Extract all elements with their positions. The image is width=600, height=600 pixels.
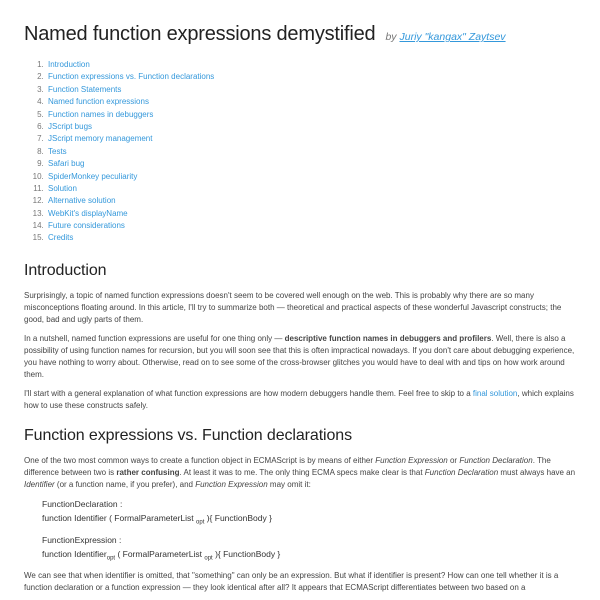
toc-link-introduction[interactable]: Introduction <box>48 60 90 69</box>
intro-paragraph-3: I'll start with a general explanation of… <box>24 388 576 412</box>
toc-item: Function expressions vs. Function declar… <box>46 71 576 83</box>
grammar-line: FunctionDeclaration : <box>42 498 576 512</box>
italic-text: Function Declaration <box>425 468 498 477</box>
toc-item: Introduction <box>46 59 576 71</box>
text-fragment: . At least it was to me. The only thing … <box>179 468 424 477</box>
byline-prefix: by <box>385 31 399 43</box>
toc-item: Function Statements <box>46 84 576 96</box>
toc-link-tests[interactable]: Tests <box>48 147 67 156</box>
text-fragment: or <box>448 456 460 465</box>
text-fragment: (or a function name, if you prefer), and <box>55 480 196 489</box>
toc-item: Function names in debuggers <box>46 109 576 121</box>
table-of-contents: Introduction Function expressions vs. Fu… <box>24 59 576 245</box>
toc-link-safari-bug[interactable]: Safari bug <box>48 159 84 168</box>
text-fragment: I'll start with a general explanation of… <box>24 389 473 398</box>
fevd-paragraph-1: One of the two most common ways to creat… <box>24 455 576 491</box>
toc-item: Named function expressions <box>46 96 576 108</box>
subscript-opt: opt <box>107 555 115 561</box>
toc-item: Solution <box>46 183 576 195</box>
final-solution-link[interactable]: final solution <box>473 389 517 398</box>
toc-item: Tests <box>46 146 576 158</box>
grammar-line: FunctionExpression : <box>42 534 576 548</box>
page-title: Named function expressions demystified <box>24 20 375 49</box>
section-heading-fevd: Function expressions vs. Function declar… <box>24 424 576 447</box>
bold-text: descriptive function names in debuggers … <box>285 334 492 343</box>
section-heading-introduction: Introduction <box>24 259 576 282</box>
text-fragment: may omit it: <box>268 480 311 489</box>
toc-item: Credits <box>46 232 576 244</box>
toc-item: Alternative solution <box>46 195 576 207</box>
toc-link-webkit-displayname[interactable]: WebKit's displayName <box>48 209 128 218</box>
byline: by Juriy "kangax" Zaytsev <box>385 30 505 45</box>
toc-link-jscript-bugs[interactable]: JScript bugs <box>48 122 92 131</box>
article-container: Named function expressions demystified b… <box>0 0 600 594</box>
text-fragment: must always have an <box>498 468 575 477</box>
text-fragment: function Identifier ( FormalParameterLis… <box>42 513 196 523</box>
bold-text: rather confusing <box>116 468 179 477</box>
text-fragment: In a nutshell, named function expression… <box>24 334 285 343</box>
toc-item: JScript bugs <box>46 121 576 133</box>
italic-text: Function Declaration <box>459 456 532 465</box>
toc-item: SpiderMonkey peculiarity <box>46 171 576 183</box>
article-header: Named function expressions demystified b… <box>24 20 576 49</box>
toc-item: JScript memory management <box>46 133 576 145</box>
text-fragment: ){ FunctionBody } <box>204 513 272 523</box>
toc-link-jscript-mm[interactable]: JScript memory management <box>48 134 152 143</box>
fevd-paragraph-2: We can see that when identifier is omitt… <box>24 570 576 594</box>
subscript-opt: opt <box>204 555 212 561</box>
text-fragment: ( FormalParameterList <box>115 549 204 559</box>
toc-link-function-statements[interactable]: Function Statements <box>48 85 121 94</box>
text-fragment: One of the two most common ways to creat… <box>24 456 375 465</box>
toc-link-solution[interactable]: Solution <box>48 184 77 193</box>
toc-link-credits[interactable]: Credits <box>48 233 73 242</box>
author-link[interactable]: Juriy "kangax" Zaytsev <box>399 31 505 43</box>
italic-text: Function Expression <box>375 456 447 465</box>
toc-item: WebKit's displayName <box>46 208 576 220</box>
toc-item: Safari bug <box>46 158 576 170</box>
toc-link-alt-solution[interactable]: Alternative solution <box>48 196 116 205</box>
toc-link-fe-vs-fd[interactable]: Function expressions vs. Function declar… <box>48 72 214 81</box>
intro-paragraph-1: Surprisingly, a topic of named function … <box>24 290 576 326</box>
toc-link-spidermonkey[interactable]: SpiderMonkey peculiarity <box>48 172 137 181</box>
italic-text: Function Expression <box>195 480 267 489</box>
text-fragment: ){ FunctionBody } <box>213 549 281 559</box>
toc-item: Future considerations <box>46 220 576 232</box>
grammar-line: function Identifier ( FormalParameterLis… <box>42 512 576 528</box>
toc-link-future[interactable]: Future considerations <box>48 221 125 230</box>
intro-paragraph-2: In a nutshell, named function expression… <box>24 333 576 381</box>
text-fragment: function Identifier <box>42 549 107 559</box>
italic-text: Identifier <box>24 480 55 489</box>
toc-link-names-debuggers[interactable]: Function names in debuggers <box>48 110 153 119</box>
grammar-block: FunctionDeclaration : function Identifie… <box>42 498 576 564</box>
toc-link-nfe[interactable]: Named function expressions <box>48 97 149 106</box>
grammar-line: function Identifieropt ( FormalParameter… <box>42 548 576 564</box>
